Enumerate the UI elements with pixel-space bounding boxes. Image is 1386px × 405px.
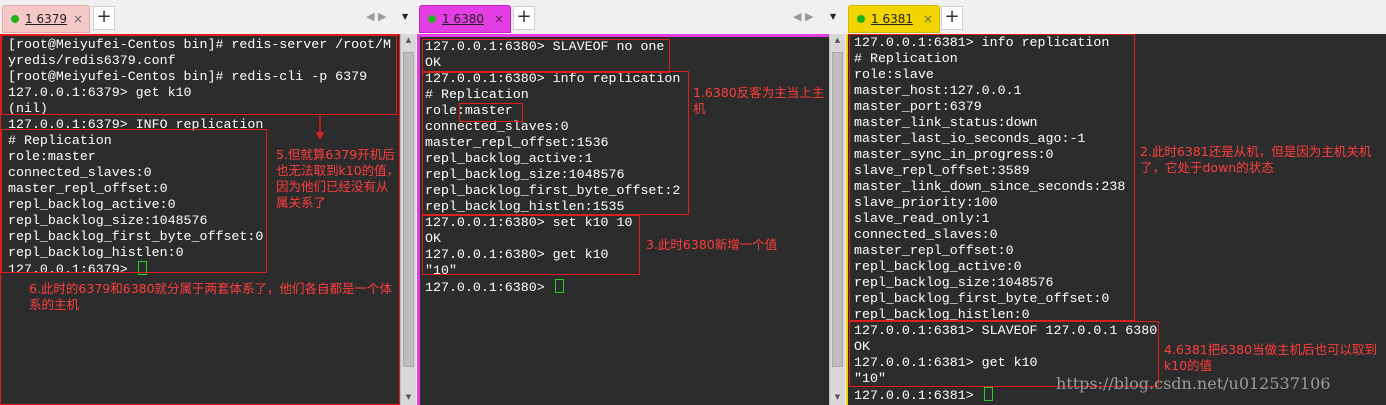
close-tab-icon[interactable]: × [73,12,83,26]
annotation-note-4: 4.6381把6380当做主机后也可以取到k10的值 [1164,342,1378,373]
tab-6379[interactable]: 1 6379 × [2,5,90,33]
scroll-up-arrow-icon[interactable]: ▲ [830,36,845,44]
annotation-box-info [849,34,1135,321]
annotation-note-6: 6.此时的6379和6380就分属于两套体系了，他们各自都是一个体系的主机 [29,281,393,312]
terminal-pane-6380: 1 6380 × + ◀ ▶ ▼ 127.0.0.1:6380> SLAVEOF… [417,0,846,405]
terminal-output[interactable]: [root@Meiyufei-Centos bin]# redis-server… [0,34,400,405]
annotation-box-startup [1,35,397,115]
terminal-pane-6379: 1 6379 × + ◀ ▶ ▼ [root@Meiyufei-Centos b… [0,0,417,405]
cursor-icon [554,279,564,293]
tab-scroll-arrows-icon[interactable]: ◀ ▶ [366,10,386,23]
close-tab-icon[interactable]: × [923,12,933,26]
terminal-pane-6381: 1 6381 × + 127.0.0.1:6381> info replicat… [846,0,1386,405]
annotation-box-info [422,71,689,215]
annotation-box-slaveof [422,39,670,73]
terminal-output[interactable]: 127.0.0.1:6380> SLAVEOF no one OK 127.0.0.… [417,34,829,405]
tab-menu-caret-icon[interactable]: ▼ [402,12,408,21]
status-dot-icon [428,15,436,23]
scrollbar-thumb[interactable] [403,52,414,367]
new-tab-button[interactable]: + [513,6,535,30]
scrollbar-thumb[interactable] [832,52,843,367]
annotation-box-replication [1,129,267,273]
terminal-output[interactable]: 127.0.0.1:6381> info replication # Replic… [846,34,1386,405]
annotation-note-5: 5.但就算6379开机后也无法取到k10的值，因为他们已经没有从属关系了 [276,147,400,210]
status-dot-icon [857,15,865,23]
annotation-note-1: 1.6380反客为主当上主机 [693,85,825,116]
vertical-scrollbar[interactable]: ▲ ▼ [400,34,416,405]
annotation-arrow-icon [316,115,324,140]
vertical-scrollbar[interactable]: ▲ ▼ [829,34,845,405]
scroll-down-arrow-icon[interactable]: ▼ [830,393,845,401]
tab-label: 1 6381 [871,12,913,26]
tab-scroll-arrows-icon[interactable]: ◀ ▶ [793,10,813,23]
watermark: https://blog.csdn.net/u012537106 [1056,374,1331,393]
tab-label: 1 6380 [442,12,484,26]
tab-6380[interactable]: 1 6380 × [419,5,511,33]
tab-bar: 1 6379 × + ◀ ▶ ▼ [0,0,417,34]
tab-menu-caret-icon[interactable]: ▼ [830,12,836,21]
annotation-note-3: 3.此时6380新增一个值 [646,237,778,252]
status-dot-icon [11,15,19,23]
cursor-icon [983,387,993,401]
tab-label: 1 6379 [25,12,67,26]
close-tab-icon[interactable]: × [494,12,504,26]
new-tab-button[interactable]: + [941,6,963,30]
terminal-line: 127.0.0.1:6380> [425,279,680,296]
tab-bar: 1 6380 × + ◀ ▶ ▼ [417,0,846,34]
scroll-up-arrow-icon[interactable]: ▲ [401,36,416,44]
annotation-box-set [422,215,640,275]
tab-bar: 1 6381 × + [846,0,1386,34]
tab-6381[interactable]: 1 6381 × [848,5,940,33]
new-tab-button[interactable]: + [93,6,115,30]
scroll-down-arrow-icon[interactable]: ▼ [401,393,416,401]
annotation-note-2: 2.此时6381还是从机，但是因为主机关机了，它处于down的状态 [1140,144,1372,175]
